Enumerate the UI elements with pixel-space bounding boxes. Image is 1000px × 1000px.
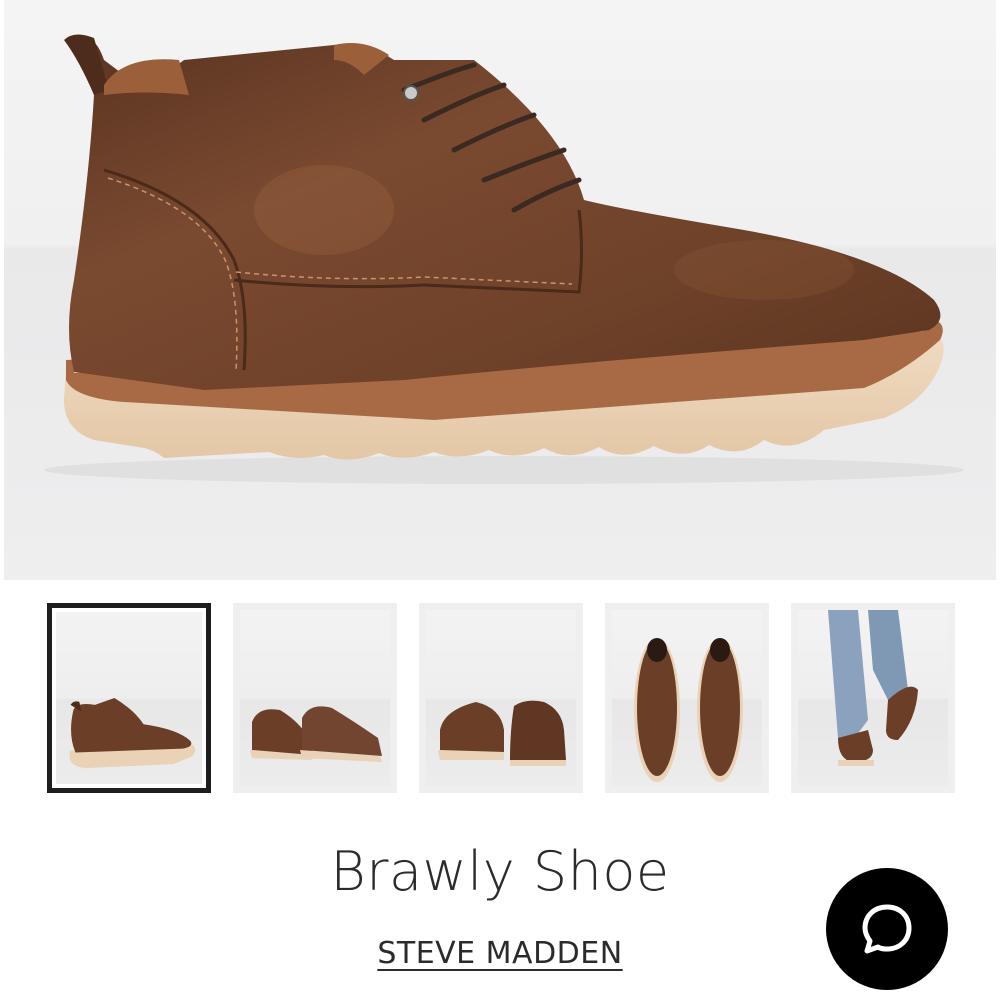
chat-bubble-icon [862,904,912,954]
boot-pair-thumbnail [250,706,382,762]
product-page: Brawly Shoe STEVE MADDEN [0,0,1000,1000]
thumbnail-1[interactable] [47,603,211,793]
thumbnail-5[interactable] [791,603,955,793]
main-product-image[interactable] [4,0,996,580]
thumbnail-strip [47,603,955,795]
thumbnail-3[interactable] [419,603,583,793]
boot-top-thumbnail [634,638,743,782]
boot-back-thumbnail [438,700,566,766]
model-wearing-thumbnail [828,610,918,766]
thumbnail-2[interactable] [233,603,397,793]
thumbnail-4[interactable] [605,603,769,793]
chat-button[interactable] [826,868,948,990]
boot-side-thumbnail [69,698,196,769]
boot-illustration [44,34,964,484]
brand-link[interactable]: STEVE MADDEN [377,936,622,971]
